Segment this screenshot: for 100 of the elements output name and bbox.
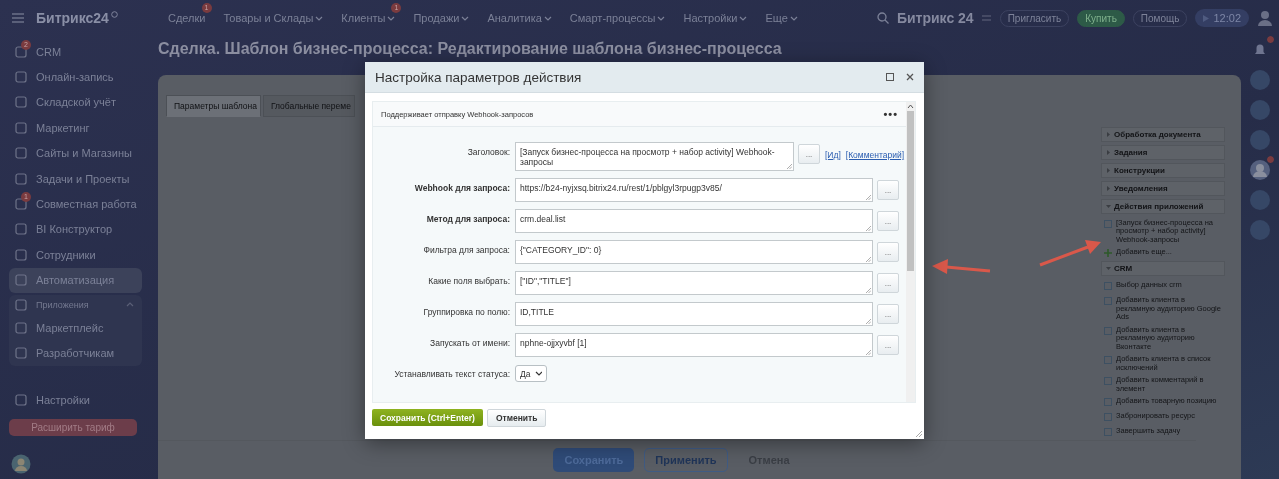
close-icon[interactable] (906, 73, 914, 81)
link[interactable]: [Ид] (825, 150, 841, 160)
nav-item[interactable]: Настройки (683, 12, 748, 24)
plus-icon (1104, 249, 1112, 257)
activity-icon (1104, 219, 1112, 228)
clock-time: 12:02 (1213, 12, 1241, 24)
sidebar-item[interactable]: Онлайн-запись (9, 64, 142, 90)
tab[interactable]: Глобальные переме (262, 94, 355, 117)
caret-icon (535, 371, 543, 376)
user-avatar[interactable] (11, 454, 31, 475)
nav-item[interactable]: Продажи (413, 12, 470, 24)
field-label: Запускать от имени: (429, 337, 510, 348)
resize-grip[interactable] (865, 256, 871, 262)
sidebar-item[interactable]: BI Конструктор (9, 216, 142, 243)
app-icon[interactable] (1249, 189, 1271, 211)
toolbox-section[interactable]: CRM (1101, 261, 1225, 276)
sidebar-item[interactable]: Разработчикам (9, 340, 142, 366)
field-label: Заголовок: (466, 146, 510, 157)
upgrade-button[interactable]: Расширить тариф (9, 419, 137, 437)
resize-grip[interactable] (865, 225, 871, 231)
cancel-button[interactable]: Отменить (486, 409, 547, 427)
text-field[interactable]: {"CATEGORY_ID": 0} (515, 240, 873, 264)
picker-button[interactable]: ... (877, 273, 899, 293)
field-label: Webhook для запроса: (413, 182, 510, 193)
app-icon[interactable] (1249, 69, 1271, 91)
avatar[interactable] (1249, 159, 1271, 181)
resize-grip[interactable] (865, 194, 871, 200)
buy-button[interactable]: Купить (1077, 9, 1125, 27)
nav-item[interactable]: Клиенты (341, 12, 396, 24)
apply-button[interactable]: Применить (644, 448, 728, 472)
nav-item[interactable]: Еще (765, 12, 798, 24)
save-button[interactable]: Сохранить (Ctrl+Enter) (372, 409, 483, 426)
picker-button[interactable]: ... (877, 180, 899, 200)
brand-logo: Битрикс 24 (896, 10, 974, 26)
user-avatar[interactable] (1257, 10, 1273, 26)
tab[interactable]: Параметры шаблона (166, 94, 261, 117)
sidebar-item[interactable]: Задачи и Проекты (9, 165, 142, 192)
sidebar-item[interactable]: Маркетинг (9, 115, 142, 141)
picker-button[interactable]: ... (877, 335, 899, 355)
text-field[interactable]: ID,TITLE (515, 302, 873, 326)
picker-button[interactable]: ... (877, 304, 899, 324)
menu-item-icon (15, 394, 27, 407)
time-pill[interactable]: 12:02 (1195, 9, 1249, 27)
menu-icon[interactable] (12, 13, 24, 23)
sidebar-item[interactable]: Настройки (9, 387, 142, 414)
toolbox-section[interactable]: Уведомления (1101, 180, 1225, 196)
nav-item[interactable]: Сделки (168, 12, 206, 24)
resize-grip[interactable] (865, 318, 871, 324)
scrollbar[interactable] (906, 102, 915, 402)
sidebar-item[interactable]: Складской учёт (9, 89, 142, 116)
toolbox-section[interactable]: Задания (1101, 144, 1225, 160)
text-field[interactable]: crm.deal.list (515, 209, 873, 233)
picker-button[interactable]: ... (877, 211, 899, 231)
app-icon[interactable] (1249, 129, 1271, 151)
search-icon[interactable] (876, 12, 889, 24)
play-icon (1203, 14, 1210, 22)
menu-item-icon (15, 96, 27, 109)
text-field[interactable]: [Запуск бизнес-процесса на просмотр + набор activity] Webhook-запросы (515, 142, 794, 171)
sidebar-item[interactable]: Сайты и Магазины (9, 140, 142, 166)
page-title: Сделка. Шаблон бизнес-процесса: Редактирование шаблона бизнес-процесса (158, 40, 782, 57)
toolbox-section[interactable]: Обработка документа (1101, 126, 1225, 142)
link[interactable]: [Комментарий] (845, 150, 905, 160)
field-label: Фильтра для запроса: (422, 244, 510, 255)
resize-grip[interactable] (865, 287, 871, 293)
resize-grip[interactable] (786, 163, 792, 169)
nav-item[interactable]: Аналитика (487, 12, 552, 24)
maximize-icon[interactable] (886, 73, 894, 81)
annotation-arrow (1039, 240, 1101, 267)
menu-item-icon (15, 248, 27, 261)
menu-item-icon (15, 45, 27, 58)
more-button[interactable]: ••• (883, 108, 898, 120)
text-field[interactable]: nphne-ojjxyvbf [1] (515, 333, 873, 357)
resize-grip[interactable] (865, 349, 871, 355)
menu-item-icon (15, 274, 27, 287)
menu-item-icon (15, 347, 27, 359)
menu-item-icon (15, 71, 27, 84)
sidebar-item[interactable]: Маркетплейс (9, 314, 142, 341)
field-label: Метод для запроса: (425, 213, 510, 224)
nav-item[interactable]: Товары и Склады (223, 12, 324, 24)
activity-icon (1104, 326, 1112, 335)
picker-button[interactable]: ... (798, 144, 820, 164)
sidebar-item[interactable]: Сотрудники (9, 242, 142, 268)
field-label: Группировка по полю: (422, 306, 510, 317)
nav-item[interactable]: Смарт-процессы (569, 12, 666, 24)
sidebar-item[interactable]: Автоматизация (9, 267, 142, 293)
app-icon[interactable] (1249, 99, 1271, 121)
menu-item-icon (15, 298, 27, 311)
text-field[interactable]: ["ID","TITLE"] (515, 271, 873, 295)
text-field[interactable]: https://b24-nyjxsq.bitrix24.ru/rest/1/pblgyl3rpugp3v85/ (515, 178, 873, 202)
menu-item-icon (15, 198, 27, 211)
toolbox-section[interactable]: Конструкции (1101, 162, 1225, 178)
resize-grip[interactable] (915, 430, 922, 437)
picker-button[interactable]: ... (877, 242, 899, 262)
app-icon[interactable] (1249, 219, 1271, 241)
menu-item-icon (15, 121, 27, 134)
field-label: Какие поля выбрать: (427, 275, 510, 286)
chevron-icon[interactable] (126, 302, 134, 308)
toolbox-section[interactable]: Действия приложений (1101, 198, 1225, 214)
scroll-up-icon[interactable] (907, 104, 914, 109)
status-select[interactable]: Да (515, 365, 548, 382)
